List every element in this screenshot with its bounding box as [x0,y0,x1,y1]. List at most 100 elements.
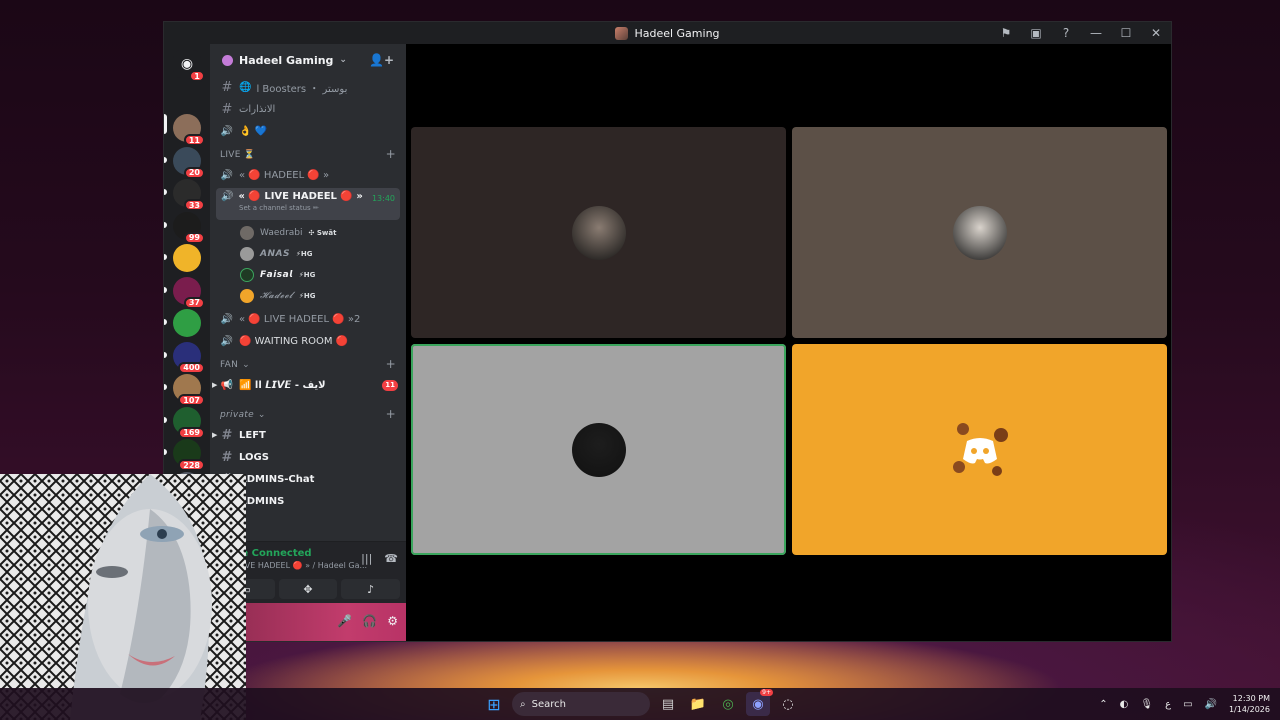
voice-channel-waiting-room[interactable]: 🔊 🔴 WAITING ROOM 🔴 [210,330,406,352]
taskbar-search[interactable]: ⌕ Search [512,692,650,716]
category-label: FAN [220,360,239,370]
microphone-tray-icon[interactable]: 🎙 [1140,699,1153,710]
channel-logs[interactable]: # LOGS [210,446,406,468]
flag-icon[interactable]: ⚑ [991,22,1021,44]
category-label: LIVE ⏳ [220,150,256,160]
eye-off-icon[interactable]: ◐ [1120,699,1129,710]
channel-status-link[interactable]: Set a channel status ✏ [239,204,395,212]
voice-member[interactable]: Waedrabi ✣ Swāt [210,222,406,243]
discord-badge: 9+ [760,689,773,696]
member-name: 𝘼𝙉𝘼𝙎 [260,248,290,259]
add-channel-icon[interactable]: + [386,147,396,161]
unread-pill [164,156,167,163]
server-unread-badge: 33 [183,199,205,211]
voice-member[interactable]: 𝙁𝙖𝙞𝙨𝙖𝙡 ⚡HG [210,264,406,285]
server-icon[interactable] [173,309,201,337]
file-explorer-icon[interactable]: 📁 [686,692,710,716]
volume-icon[interactable]: 🔊 [1205,699,1217,710]
webcam-feed-image [0,474,246,720]
server-icon[interactable]: 228 [173,439,205,471]
active-server-pill [164,114,167,134]
settings-gear-icon[interactable]: ⚙ [387,614,398,628]
member-name: Waedrabi [260,227,303,238]
category-label: private [220,410,254,420]
channel-boosters[interactable]: # 🌐 ا Boosters ・ بوستر [210,76,406,98]
globe-icon: 🌐 [239,81,252,93]
close-button[interactable]: ✕ [1141,22,1171,44]
voice-member[interactable]: 𝘼𝙉𝘼𝙎 ⚡HG [210,243,406,264]
minimize-button[interactable]: — [1081,22,1111,44]
inbox-icon[interactable]: ▣ [1021,22,1051,44]
hash-icon: # [221,449,233,465]
unread-pill [164,319,167,325]
active-voice-channel[interactable]: 🔊 « 🔴 LIVE HADEEL 🔴 » Set a channel stat… [216,188,400,220]
channel-emoji[interactable]: 🔊 👌 💙 [210,120,406,142]
chevron-up-icon[interactable]: ⌃ [1099,699,1107,710]
server-unread-badge: 228 [178,459,205,471]
server-icon[interactable]: 37 [173,276,205,309]
discord-home-icon[interactable]: ◉ 1 [173,50,205,82]
chrome-icon[interactable]: ◎ [716,692,740,716]
voice-channel-hadeel[interactable]: 🔊 « 🔴 HADEEL 🔴 » [210,164,406,186]
soundboard-button[interactable]: ♪ [341,579,401,599]
server-dot-icon [222,54,233,66]
channel-warnings[interactable]: # الانذارات [210,98,406,120]
participant-tile[interactable] [411,127,786,338]
server-icon[interactable]: 20 [173,146,205,179]
category-fan[interactable]: FAN ⌄ + [210,352,406,374]
member-tag: ⚡HG [298,270,316,279]
clock-date: 1/14/2026 [1228,705,1270,714]
title-bar: Hadeel Gaming ⚑ ▣ ? — ☐ ✕ [164,22,1171,44]
language-indicator[interactable]: ع [1165,699,1171,710]
participant-tile[interactable] [792,127,1167,338]
hash-icon: # [221,427,233,443]
server-icon[interactable]: 33 [173,179,205,211]
noise-suppression-icon[interactable]: ||| [361,552,372,565]
disconnect-icon[interactable]: ☎ [384,552,398,565]
add-channel-icon[interactable]: + [386,357,396,371]
category-private[interactable]: private ⌄ + [210,402,406,424]
start-button[interactable]: ⊞ [482,692,506,716]
server-icon[interactable]: 99 [173,211,205,244]
window-title: Hadeel Gaming [615,26,720,40]
server-icon[interactable]: 107 [173,374,205,406]
participant-tile-speaking[interactable] [411,344,786,555]
server-unread-badge: 169 [178,426,205,439]
microphone-icon[interactable]: 🎤 [337,614,352,628]
server-icon[interactable] [173,244,201,272]
app-icon[interactable]: ◌ [776,692,800,716]
voice-channel-live-2[interactable]: 🔊 « 🔴 LIVE HADEEL 🔴 »2 [210,308,406,330]
member-name: 𝙁𝙖𝙞𝙨𝙖𝙡 [260,269,293,280]
unread-pill [164,351,167,358]
headphones-icon[interactable]: 🎧 [362,614,377,628]
category-live[interactable]: LIVE ⏳ + [210,142,406,164]
channel-fan-live[interactable]: ▶ 📢 📶 ll 𝙇𝙄𝙑𝙀 - لايف 11 [210,374,406,396]
call-timer: 13:40 [371,194,395,203]
task-view-icon[interactable]: ▤ [656,692,680,716]
server-icon[interactable]: 169 [173,406,205,439]
server-unread-badge: 20 [183,166,205,179]
channel-left[interactable]: ▶ # LEFT [210,424,406,446]
add-channel-icon[interactable]: + [386,407,396,421]
activities-button[interactable]: ✥ [278,579,338,599]
maximize-button[interactable]: ☐ [1111,22,1141,44]
participant-tile[interactable] [792,344,1167,555]
discord-taskbar-icon[interactable]: ◉ 9+ [746,689,773,716]
speaker-active-icon: 🔊 [221,191,234,202]
collapsed-arrow-icon: ▶ [212,381,218,389]
help-icon[interactable]: ? [1051,22,1081,44]
clock[interactable]: 12:30 PM 1/14/2026 [1229,693,1270,715]
server-name: Hadeel Gaming [239,53,334,67]
server-header[interactable]: Hadeel Gaming ⌄ 👤+ [210,44,406,76]
voice-member[interactable]: 𝓗𝓪𝓭𝓮𝓮𝓵 ⚡HG [210,285,406,306]
window-title-text: Hadeel Gaming [634,26,720,40]
unread-pill [164,189,167,195]
channel-label: LEFT [239,429,266,441]
search-label: Search [531,698,566,710]
add-member-icon[interactable]: 👤+ [369,53,394,67]
server-icon[interactable]: 11 [173,114,205,146]
network-icon[interactable]: ▭ [1183,699,1192,710]
member-tag: ⚡HG [295,249,313,258]
discord-logo-icon [952,422,1008,476]
server-icon[interactable]: 400 [173,341,205,374]
